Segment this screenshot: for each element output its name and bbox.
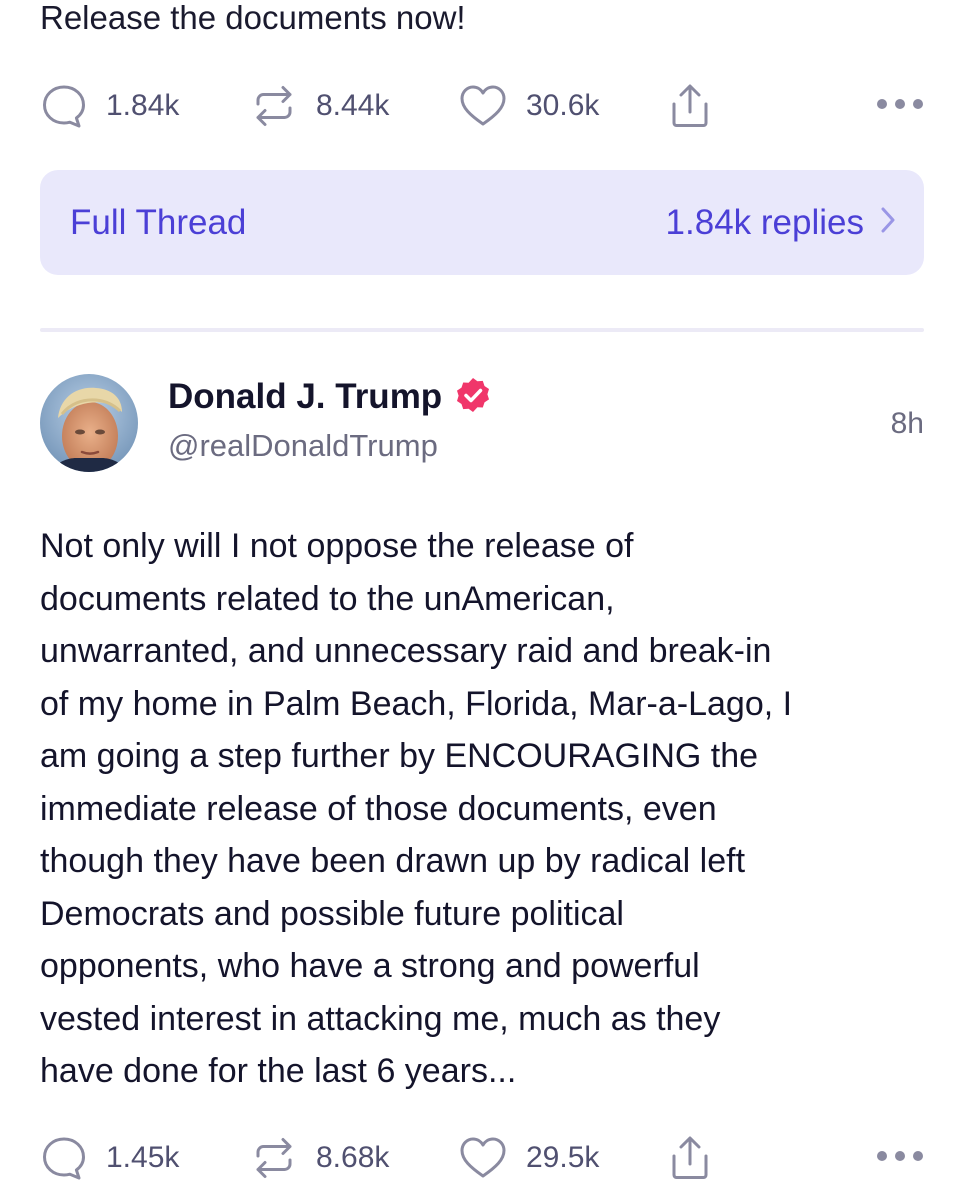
- post-text-line: documents related to the unAmerican,: [40, 579, 615, 618]
- post-text-line: of my home in Palm Beach, Florida, Mar-a…: [40, 684, 793, 723]
- like-button[interactable]: 30.6k: [458, 82, 599, 130]
- post-text-line: have done for the last 6 years...: [40, 1052, 517, 1090]
- reply-count: 1.84k: [106, 89, 180, 122]
- like-count: 30.6k: [526, 89, 600, 122]
- verified-badge-icon: [454, 376, 492, 419]
- share-icon: [668, 82, 712, 130]
- like-icon: [458, 1134, 508, 1182]
- repost-icon: [250, 1134, 298, 1182]
- post-text-line: vested interest in attacking me, much as…: [40, 999, 721, 1038]
- repost-count: 8.68k: [316, 1141, 390, 1174]
- repost-count: 8.44k: [316, 89, 390, 122]
- post-text-line: unwarranted, and unnecessary raid and br…: [40, 632, 772, 670]
- like-count: 29.5k: [526, 1141, 600, 1174]
- more-button[interactable]: [876, 82, 924, 130]
- reply-count: 1.45k: [106, 1141, 180, 1174]
- more-button[interactable]: [876, 1134, 924, 1182]
- post-body: Not only will I not oppose the release o…: [40, 520, 924, 1098]
- author-row: Donald J. Trump: [168, 374, 492, 420]
- full-thread-link[interactable]: Full Thread 1.84k replies: [40, 170, 924, 275]
- reply-icon: [40, 1134, 88, 1182]
- post-text-line: opponents, who have a strong and powerfu…: [40, 947, 700, 985]
- post-text-line: immediate release of those documents, ev…: [40, 789, 717, 828]
- repost-button[interactable]: 8.68k: [250, 1134, 389, 1182]
- reply-button[interactable]: 1.45k: [40, 1134, 179, 1182]
- previous-post-actions: 1.84k 8.44k 30.6k: [40, 82, 924, 130]
- post-text-line: am going a step further by ENCOURAGING t…: [40, 737, 759, 775]
- author-name[interactable]: Donald J. Trump: [168, 377, 442, 417]
- repost-icon: [250, 82, 298, 130]
- author-handle[interactable]: @realDonaldTrump: [168, 426, 438, 466]
- post-timestamp: 8h: [890, 407, 924, 440]
- chevron-right-icon: [864, 202, 896, 244]
- thread-replies-count: 1.84k replies: [665, 203, 864, 242]
- share-button[interactable]: [668, 1134, 712, 1182]
- reply-button[interactable]: 1.84k: [40, 82, 179, 130]
- like-button[interactable]: 29.5k: [458, 1134, 599, 1182]
- reply-icon: [40, 82, 88, 130]
- share-button[interactable]: [668, 82, 712, 130]
- share-icon: [668, 1134, 712, 1182]
- full-thread-label: Full Thread: [70, 203, 247, 242]
- post-text-line: though they have been drawn up by radica…: [40, 842, 746, 880]
- post-actions: 1.45k 8.68k 29.5k: [40, 1134, 924, 1182]
- more-icon: [876, 1149, 924, 1167]
- more-icon: [876, 97, 924, 115]
- post-text-line: Not only will I not oppose the release o…: [40, 527, 634, 565]
- repost-button[interactable]: 8.44k: [250, 82, 389, 130]
- like-icon: [458, 82, 508, 130]
- avatar[interactable]: [40, 374, 138, 472]
- previous-post-text: Release the documents now!: [40, 0, 466, 36]
- post-text-line: Democrats and possible future political: [40, 894, 624, 933]
- divider: [40, 328, 924, 332]
- thread-replies: 1.84k replies: [666, 202, 896, 244]
